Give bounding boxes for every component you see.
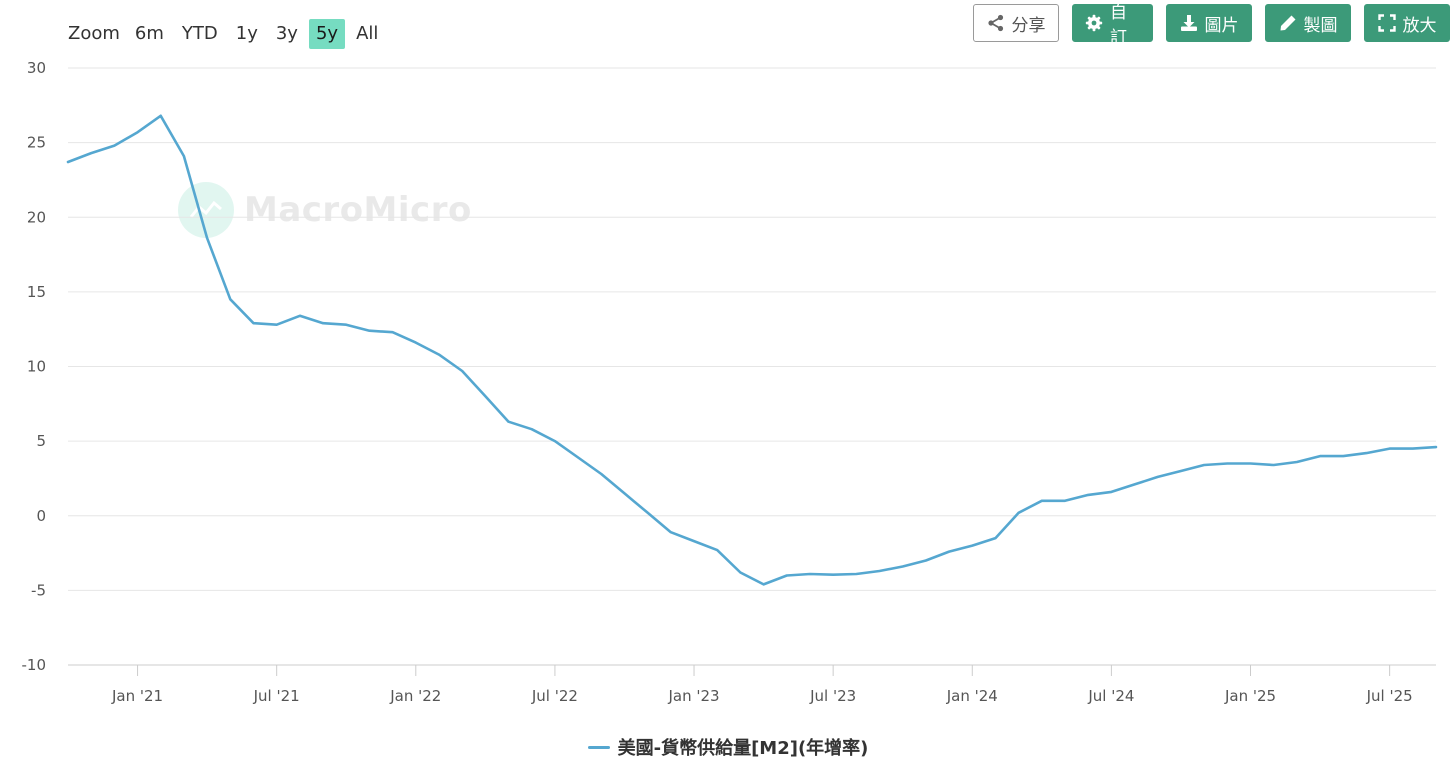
data-point[interactable] <box>645 510 651 516</box>
data-point[interactable] <box>1271 462 1277 468</box>
data-point[interactable] <box>529 426 535 432</box>
data-point[interactable] <box>853 571 859 577</box>
y-tick-label: 0 <box>36 507 46 525</box>
data-point[interactable] <box>320 320 326 326</box>
x-tick-label: Jul '22 <box>531 687 578 705</box>
series-line-m2-yoy[interactable] <box>66 114 1438 586</box>
data-point[interactable] <box>1155 474 1161 480</box>
data-point[interactable] <box>1016 510 1022 516</box>
data-point[interactable] <box>946 549 952 555</box>
data-point[interactable] <box>181 153 187 159</box>
data-point[interactable] <box>1410 446 1416 452</box>
data-point[interactable] <box>1178 468 1184 474</box>
data-point[interactable] <box>459 368 465 374</box>
data-point[interactable] <box>1340 453 1346 459</box>
x-tick-label: Jan '22 <box>389 687 441 705</box>
x-tick-label: Jul '23 <box>809 687 856 705</box>
legend-swatch <box>587 745 610 749</box>
data-point[interactable] <box>668 529 674 535</box>
y-tick-label: 15 <box>27 283 46 301</box>
y-tick-label: 5 <box>36 432 46 450</box>
legend-label: 美國-貨幣供給量[M2](年增率) <box>617 738 869 759</box>
data-point[interactable] <box>227 296 233 302</box>
data-point[interactable] <box>204 235 210 241</box>
data-point[interactable] <box>598 471 604 477</box>
data-point[interactable] <box>1062 498 1068 504</box>
y-tick-label: -10 <box>22 656 47 674</box>
data-point[interactable] <box>830 572 836 578</box>
y-tick-label: 20 <box>27 208 46 226</box>
data-point[interactable] <box>784 573 790 579</box>
data-point[interactable] <box>552 438 558 444</box>
data-point[interactable] <box>343 322 349 328</box>
grid-lines <box>68 67 1436 666</box>
data-point[interactable] <box>1201 462 1207 468</box>
x-tick-label: Jul '21 <box>253 687 300 705</box>
y-tick-label: 30 <box>27 59 46 77</box>
data-point[interactable] <box>1039 498 1045 504</box>
data-point[interactable] <box>761 581 767 587</box>
data-point[interactable] <box>506 419 512 425</box>
x-tick-label: Jan '24 <box>946 687 998 705</box>
data-point[interactable] <box>622 490 628 496</box>
data-point[interactable] <box>65 159 71 165</box>
data-point[interactable] <box>297 313 303 319</box>
data-point[interactable] <box>737 570 743 576</box>
data-point[interactable] <box>274 322 280 328</box>
chart-legend[interactable]: 美國-貨幣供給量[M2](年增率) <box>0 734 1456 760</box>
data-point[interactable] <box>1294 459 1300 465</box>
data-point[interactable] <box>1132 481 1138 487</box>
data-point[interactable] <box>923 558 929 564</box>
data-point[interactable] <box>111 143 117 149</box>
x-tick-label: Jul '24 <box>1087 687 1134 705</box>
data-point[interactable] <box>969 543 975 549</box>
data-point[interactable] <box>482 393 488 399</box>
data-point[interactable] <box>413 340 419 346</box>
data-point[interactable] <box>714 547 720 553</box>
data-point[interactable] <box>390 329 396 335</box>
data-point[interactable] <box>1433 444 1439 450</box>
data-point[interactable] <box>436 352 442 358</box>
data-point[interactable] <box>575 455 581 461</box>
data-point[interactable] <box>88 150 94 156</box>
y-tick-label: 25 <box>27 134 46 152</box>
y-tick-label: 10 <box>27 358 46 376</box>
x-tick-label: Jul '25 <box>1366 687 1413 705</box>
data-point[interactable] <box>900 564 906 570</box>
data-point[interactable] <box>1387 446 1393 452</box>
data-point[interactable] <box>1224 461 1230 467</box>
data-point[interactable] <box>807 571 813 577</box>
x-tick-label: Jan '25 <box>1224 687 1276 705</box>
axes <box>68 664 1436 676</box>
x-tick-label: Jan '23 <box>667 687 719 705</box>
data-point[interactable] <box>251 320 257 326</box>
data-point[interactable] <box>158 113 164 119</box>
data-point[interactable] <box>1363 450 1369 456</box>
line-chart: 30 25 20 15 10 5 0 -5 -10 Jan '21 Jul '21 Jan '22 Ju… <box>22 59 1439 705</box>
data-point[interactable] <box>1248 461 1254 467</box>
data-point[interactable] <box>1317 453 1323 459</box>
data-point[interactable] <box>135 129 141 135</box>
data-point[interactable] <box>1108 489 1114 495</box>
data-point[interactable] <box>877 568 883 574</box>
tick-labels: 30 25 20 15 10 5 0 -5 -10 Jan '21 Jul '21 Jan '22 Ju… <box>22 59 1413 705</box>
y-tick-label: -5 <box>31 581 46 599</box>
x-tick-label: Jan '21 <box>111 687 163 705</box>
data-point[interactable] <box>691 538 697 544</box>
data-point[interactable] <box>993 535 999 541</box>
data-point[interactable] <box>366 328 372 334</box>
data-point[interactable] <box>1085 492 1091 498</box>
